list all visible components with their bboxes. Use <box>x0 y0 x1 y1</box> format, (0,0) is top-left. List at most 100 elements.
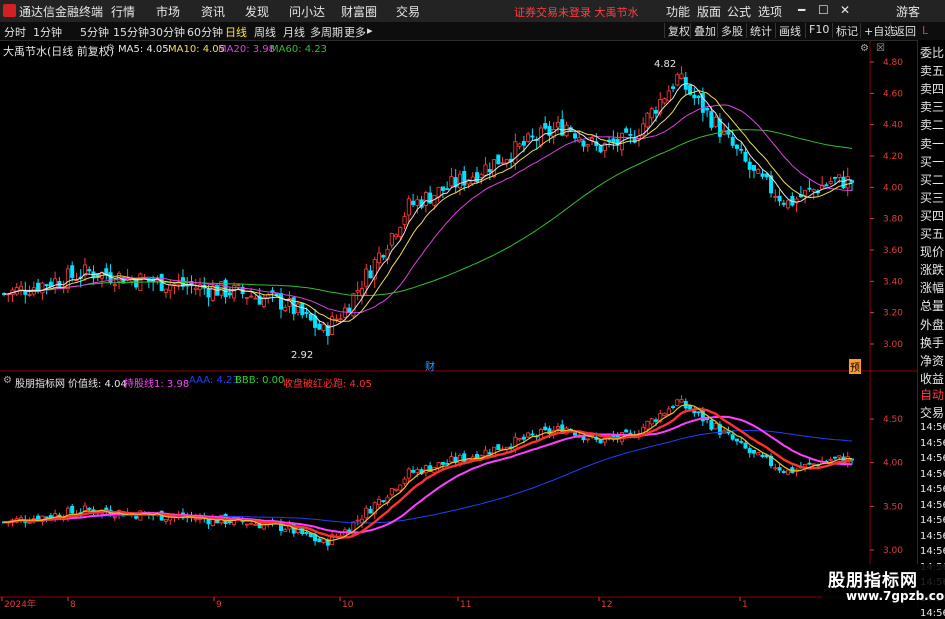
period-60min[interactable]: 60分钟 <box>187 24 223 40</box>
period-fenshi[interactable]: 分时 <box>4 24 26 40</box>
candle-body <box>773 196 778 198</box>
period-30min[interactable]: 30分钟 <box>149 24 185 40</box>
settings-gear-icon[interactable]: ⚙ <box>106 43 115 54</box>
candle-body <box>359 518 364 524</box>
menu-function[interactable]: 功能 <box>666 3 690 20</box>
main-candles <box>2 66 855 345</box>
more-arrow-icon[interactable]: ▸ <box>367 24 373 37</box>
candle-body <box>112 516 117 519</box>
candle-body <box>581 436 586 441</box>
candle-body <box>44 516 49 519</box>
candle-body <box>381 500 386 503</box>
side-label-14: 总量 <box>920 299 945 314</box>
candle-body <box>692 94 697 99</box>
candle-body <box>163 519 168 522</box>
candle-body <box>364 507 369 519</box>
sell-signal-label: 收盘破红必跑: 4.05 <box>283 379 372 390</box>
candle-body <box>364 268 369 287</box>
trade-status[interactable]: 证券交易未登录 大禹节水 <box>514 4 639 20</box>
candle-body <box>445 462 450 465</box>
candle-body <box>828 459 833 461</box>
candle-body <box>564 124 569 137</box>
candle-body <box>87 269 92 272</box>
candle-body <box>283 529 288 532</box>
close-button[interactable]: ✕ <box>840 3 850 17</box>
adjust-button[interactable]: 复权 <box>664 23 690 38</box>
period-multi[interactable]: 多周期 <box>310 24 343 40</box>
mark-button[interactable]: 标记 <box>832 23 858 38</box>
candle-body <box>500 162 505 165</box>
menu-item-wenxiaoda[interactable]: 问小达 <box>289 3 325 20</box>
auto-tab[interactable]: 自动 <box>920 386 944 403</box>
trade-tab[interactable]: 交易 <box>920 404 944 421</box>
statistics-button[interactable]: 统计 <box>746 23 772 38</box>
candle-body <box>649 108 654 119</box>
candle-body <box>163 288 168 293</box>
candle-body <box>398 226 403 237</box>
side-label-13: 涨幅 <box>920 281 945 296</box>
panel-settings-icon[interactable]: ⚙ <box>860 43 869 54</box>
side-label-3: 卖三 <box>920 100 945 115</box>
forecast-marker[interactable]: 预 <box>849 359 861 374</box>
period-daily[interactable]: 日线 <box>225 24 247 40</box>
side-label-17: 净资 <box>920 353 945 368</box>
candle-body <box>543 123 548 129</box>
back-button[interactable]: 返回 <box>890 23 916 38</box>
side-label-8: 买三 <box>920 190 945 205</box>
menu-options[interactable]: 选项 <box>758 3 782 20</box>
ma60-label: MA60: 4.23 <box>270 44 328 55</box>
ma5-line <box>3 82 853 328</box>
sub-y-tick-label: 3.00 <box>883 546 903 556</box>
stock-label: 大禹节水(日线 前复权) <box>3 45 115 58</box>
maximize-button[interactable]: ☐ <box>818 3 829 17</box>
candle-body <box>355 290 360 293</box>
candle-body <box>227 292 232 296</box>
tick-time: 14:56 <box>920 468 945 480</box>
overlay-button[interactable]: 叠加 <box>690 23 716 38</box>
menu-item-zixun[interactable]: 资讯 <box>201 3 225 20</box>
sub-y-tick-label: 3.50 <box>883 502 903 512</box>
candle-body <box>338 318 343 321</box>
menu-item-caifuquan[interactable]: 财富圈 <box>341 3 377 20</box>
candle-body <box>679 73 684 80</box>
candle-body <box>359 288 364 296</box>
menu-formula[interactable]: 公式 <box>727 3 751 20</box>
minimize-button[interactable]: ━ <box>798 3 805 17</box>
period-5min[interactable]: 5分钟 <box>80 24 109 40</box>
candle-body <box>624 128 629 133</box>
candle-body <box>198 284 203 290</box>
low-price-note: 2.92 <box>291 350 314 361</box>
sub-settings-icon[interactable]: ⚙ <box>3 375 12 386</box>
panel-close-icon[interactable]: ☒ <box>876 43 885 54</box>
x-tick-label: 9 <box>216 600 222 609</box>
y-tick-label: 4.80 <box>883 58 903 68</box>
f10-button[interactable]: F10 <box>805 23 829 38</box>
menu-item-jiaoyi[interactable]: 交易 <box>396 3 420 20</box>
menu-item-faxian[interactable]: 发现 <box>245 3 269 20</box>
multi-stock-button[interactable]: 多股 <box>717 23 743 38</box>
period-1min[interactable]: 1分钟 <box>33 24 62 40</box>
candle-body <box>376 252 381 264</box>
menu-item-shichang[interactable]: 市场 <box>156 3 180 20</box>
ma10-label: MA10: 4.05 <box>168 44 226 55</box>
candle-body <box>811 463 816 466</box>
tick-time: 14:56 <box>920 515 945 526</box>
tick-time: 14:56 <box>920 530 945 542</box>
finance-marker[interactable]: 财 <box>425 358 435 373</box>
candle-body <box>832 456 837 459</box>
period-more[interactable]: 更多 <box>344 24 366 40</box>
candle-body <box>253 297 258 300</box>
period-weekly[interactable]: 周线 <box>254 24 276 40</box>
candle-body <box>585 438 590 441</box>
candle-body <box>743 151 748 162</box>
kline-chart-area[interactable]: 4.80 4.60 4.40 4.20 4.00 3.80 3.60 3.40 3.20 3.00… <box>0 41 917 609</box>
draw-line-button[interactable]: 画线 <box>775 23 801 38</box>
menu-item-hangqing[interactable]: 行情 <box>111 3 135 20</box>
guest-user[interactable]: 游客 <box>896 3 920 20</box>
candle-body <box>244 297 249 299</box>
candle-body <box>850 180 855 183</box>
candle-body <box>479 455 484 458</box>
period-15min[interactable]: 15分钟 <box>113 24 149 40</box>
menu-layout[interactable]: 版面 <box>697 3 721 20</box>
period-monthly[interactable]: 月线 <box>283 24 305 40</box>
